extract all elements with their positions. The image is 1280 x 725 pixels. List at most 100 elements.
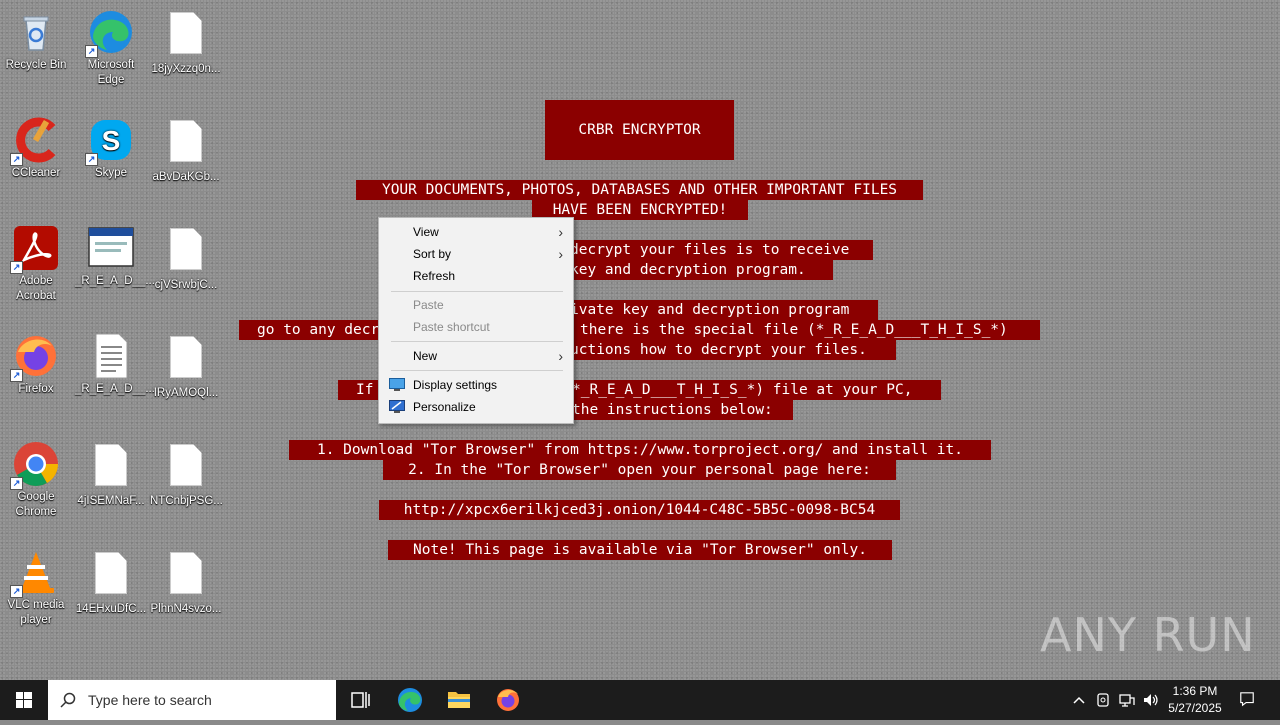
desktop-icon-microsoft-edge[interactable]: ↗ Microsoft Edge [75,8,147,88]
icon-label: Microsoft Edge [87,59,135,86]
chevron-right-icon: › [558,224,563,240]
volume-icon[interactable] [1142,692,1160,708]
desktop[interactable]: Recycle Bin ↗ CCleaner ↗ Adobe Acrobat ↗… [0,0,1280,680]
icon-label: VLC media player [7,599,65,626]
html-file-icon [87,224,135,272]
icon-label: 14EHxuDfC... [75,603,147,615]
menu-item-paste[interactable]: Paste [379,294,573,316]
search-placeholder: Type here to search [88,692,212,708]
ransom-note-line: decrypt your files is to receive [560,240,873,260]
menu-separator [391,291,563,292]
shortcut-arrow-icon: ↗ [10,369,23,382]
ransom-note-line: the instructions below: [560,400,793,420]
windows-logo-icon [16,692,32,708]
menu-item-sort-by[interactable]: Sort by › [379,243,573,265]
vlc-icon: ↗ [10,548,60,598]
icon-label: cjVSrwbjC... [154,279,218,291]
taskbar-search-box[interactable]: Type here to search [48,680,336,720]
menu-separator [391,370,563,371]
desktop-icon-adobe-acrobat[interactable]: ↗ Adobe Acrobat [0,224,72,304]
ransom-note-line: uctions how to decrypt your files. [560,340,896,360]
menu-item-paste-shortcut[interactable]: Paste shortcut [379,316,573,338]
menu-item-label: View [413,225,439,239]
ransom-note-line: key and decryption program. [560,260,833,280]
menu-item-label: Personalize [413,400,476,414]
icon-label: PlhnN4svzo... [150,603,222,615]
menu-item-label: Sort by [413,247,452,261]
task-view-icon [351,692,370,708]
skype-icon: S ↗ [85,116,135,166]
desktop-context-menu: View › Sort by › Refresh Paste Paste sho… [378,217,574,424]
desktop-icon-file-18jyxzzq0n[interactable]: 18jyXzzq0n... [150,8,222,77]
file-icon [162,444,210,492]
display-settings-icon [389,378,405,391]
personalize-icon [389,400,405,413]
ransom-note-line: ivate key and decryption program [560,300,878,320]
desktop-icon-file-4jisemnaf[interactable]: 4jISEMNaF... [75,440,147,509]
ransom-note-line: If [338,380,379,400]
menu-item-label: Display settings [413,378,498,392]
network-icon[interactable] [1118,692,1136,708]
file-icon [162,228,210,276]
anyrun-watermark: ANY RUN [1040,608,1256,662]
shortcut-arrow-icon: ↗ [85,153,98,166]
file-icon [162,12,210,60]
menu-item-display-settings[interactable]: Display settings [379,374,573,396]
icon-label: CCleaner [11,167,61,179]
menu-item-view[interactable]: View › [379,221,573,243]
menu-item-refresh[interactable]: Refresh [379,265,573,287]
menu-item-label: Paste [413,298,444,312]
icon-label: NTCnbjPSG... [150,495,223,507]
desktop-icon-firefox[interactable]: ↗ Firefox [0,332,72,397]
task-view-button[interactable] [336,680,384,720]
menu-item-personalize[interactable]: Personalize [379,396,573,418]
taskbar-edge-button[interactable] [386,680,434,720]
file-icon [162,336,210,384]
desktop-icon-readme-txt[interactable]: _R_E_A_D__... [75,332,155,397]
taskbar-clock[interactable]: 1:36 PM 5/27/2025 [1160,683,1230,717]
notifications-icon[interactable] [1238,691,1256,707]
desktop-icon-google-chrome[interactable]: ↗ Google Chrome [0,440,72,520]
ransom-note-step-2: 2. In the "Tor Browser" open your person… [383,460,896,480]
icon-label: aBvDaKGb... [152,171,220,183]
icon-label: Adobe Acrobat [16,275,56,302]
desktop-icon-vlc[interactable]: ↗ VLC media player [0,548,72,628]
desktop-icon-skype[interactable]: S ↗ Skype [75,116,147,181]
desktop-icon-file-14ehxudfc[interactable]: 14EHxuDfC... [75,548,147,617]
icon-label: Firefox [18,383,54,395]
shortcut-arrow-icon: ↗ [10,261,23,274]
file-icon [162,120,210,168]
ccleaner-icon: ↗ [10,116,60,166]
shortcut-arrow-icon: ↗ [10,153,23,166]
taskbar-firefox-button[interactable] [484,680,532,720]
clock-time: 1:36 PM [1172,684,1218,698]
text-file-icon [87,332,135,380]
desktop-icon-ccleaner[interactable]: ↗ CCleaner [0,116,72,181]
chevron-up-icon[interactable] [1070,692,1088,708]
ransom-note-line: go to any decr [239,320,379,340]
file-icon [87,444,135,492]
edge-icon [398,688,422,712]
desktop-icon-file-ntcnbjpsg[interactable]: NTCnbjPSG... [150,440,223,509]
device-icon[interactable] [1094,692,1112,708]
ransom-note-title: CRBR ENCRYPTOR [545,100,734,160]
menu-item-new[interactable]: New › [379,345,573,367]
desktop-icon-file-cjvsrwbjc[interactable]: cjVSrwbjC... [150,224,222,293]
icon-label: 4jISEMNaF... [77,495,145,507]
ransom-note-footer: Note! This page is available via "Tor Br… [388,540,892,560]
desktop-icon-readme-html[interactable]: _R_E_A_D__... [75,224,155,289]
desktop-icon-file-plhnn4svzo[interactable]: PlhnN4svzo... [150,548,222,617]
icon-label: _R_E_A_D__... [75,275,155,287]
icon-label: Google Chrome [15,491,57,518]
icon-label: Skype [95,167,127,179]
desktop-icon-file-iryamoql[interactable]: IRyAMOQl... [150,332,222,401]
taskbar-file-explorer-button[interactable] [435,680,483,720]
ransom-note-line: YOUR DOCUMENTS, PHOTOS, DATABASES AND OT… [356,180,923,200]
start-button[interactable] [0,680,48,720]
ransom-note-line: there is the special file (*_R_E_A_D___T… [560,320,1040,340]
menu-item-label: Refresh [413,269,456,283]
svg-text:S: S [102,125,121,156]
desktop-icon-file-abvdakgb[interactable]: aBvDaKGb... [150,116,222,185]
chevron-right-icon: › [558,246,563,262]
desktop-icon-recycle-bin[interactable]: Recycle Bin [0,8,72,73]
